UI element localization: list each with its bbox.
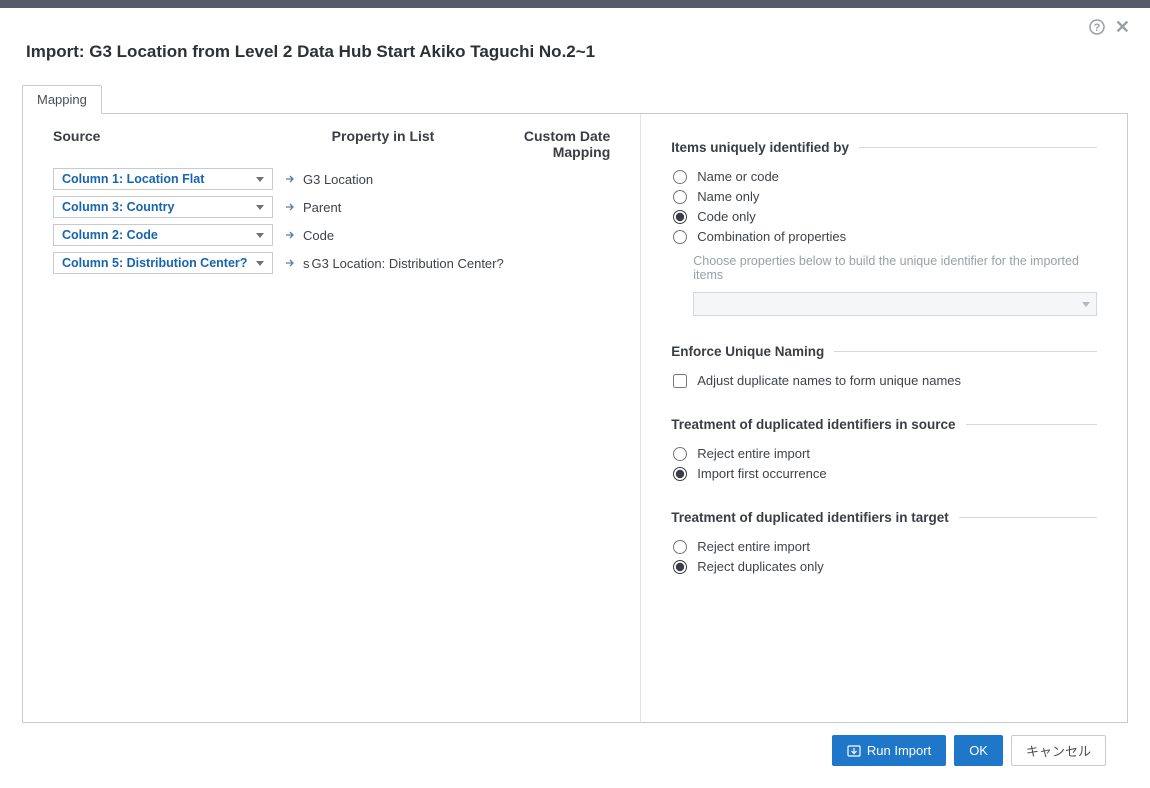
checkbox-adjust-duplicates[interactable]: Adjust duplicate names to form unique na… [673, 373, 1097, 388]
section-dup-source: Treatment of duplicated identifiers in s… [671, 417, 1097, 432]
radio-source-reject[interactable]: Reject entire import [673, 446, 1097, 461]
radio-name-or-code[interactable]: Name or code [673, 169, 1097, 184]
radio-source-first[interactable]: Import first occurrence [673, 466, 1097, 481]
section-dup-source-label: Treatment of duplicated identifiers in s… [671, 417, 955, 432]
source-select-value: Column 3: Country [62, 200, 175, 214]
radio-input[interactable] [673, 170, 687, 184]
mapping-pane: Source Property in List Custom Date Mapp… [23, 114, 641, 722]
chevron-down-icon [256, 177, 264, 182]
radio-code-only[interactable]: Code only [673, 209, 1097, 224]
section-enforce: Enforce Unique Naming [671, 344, 1097, 359]
section-enforce-label: Enforce Unique Naming [671, 344, 824, 359]
checkbox-input[interactable] [673, 374, 687, 388]
app-topbar [0, 0, 1150, 8]
radio-input[interactable] [673, 560, 687, 574]
property-prefix: s [303, 256, 310, 271]
svg-text:?: ? [1094, 22, 1101, 34]
radio-input[interactable] [673, 210, 687, 224]
source-select[interactable]: Column 2: Code [53, 224, 273, 246]
mapping-row: Column 5: Distribution Center? sG3 Locat… [53, 250, 620, 276]
arrow-right-icon [285, 174, 295, 184]
source-select-value: Column 2: Code [62, 228, 158, 242]
arrow-right-icon [285, 258, 295, 268]
section-dup-target: Treatment of duplicated identifiers in t… [671, 510, 1097, 525]
radio-label: Reject duplicates only [697, 559, 823, 574]
checkbox-label: Adjust duplicate names to form unique na… [697, 373, 961, 388]
property-label: sG3 Location: Distribution Center? [303, 256, 504, 271]
radio-label: Import first occurrence [697, 466, 826, 481]
options-pane: Items uniquely identified by Name or cod… [641, 114, 1127, 722]
radio-name-only[interactable]: Name only [673, 189, 1097, 204]
mapping-row: Column 2: Code Code [53, 222, 620, 248]
arrow-right-icon [285, 230, 295, 240]
header-source: Source [53, 128, 288, 160]
radio-input[interactable] [673, 190, 687, 204]
section-dup-target-label: Treatment of duplicated identifiers in t… [671, 510, 949, 525]
divider [966, 424, 1097, 425]
property-label: Parent [303, 200, 341, 215]
close-icon[interactable]: ✕ [1115, 18, 1130, 36]
source-select[interactable]: Column 3: Country [53, 196, 273, 218]
cancel-button[interactable]: キャンセル [1011, 735, 1106, 766]
header-custom-date: Custom Date Mapping [478, 128, 620, 160]
tabs: Mapping [22, 84, 1128, 113]
radio-input[interactable] [673, 467, 687, 481]
source-select-value: Column 1: Location Flat [62, 172, 204, 186]
dialog-panel: Source Property in List Custom Date Mapp… [22, 113, 1128, 723]
mapping-row: Column 1: Location Flat G3 Location [53, 166, 620, 192]
combination-hint: Choose properties below to build the uni… [693, 254, 1097, 282]
header-property: Property in List [288, 128, 478, 160]
arrow-right-icon [285, 202, 295, 212]
chevron-down-icon [256, 261, 264, 266]
combination-hint-box: Choose properties below to build the uni… [693, 254, 1097, 316]
radio-label: Code only [697, 209, 756, 224]
combination-properties-select [693, 292, 1097, 316]
property-label: Code [303, 228, 334, 243]
radio-combination[interactable]: Combination of properties [673, 229, 1097, 244]
section-identity: Items uniquely identified by [671, 140, 1097, 155]
radio-label: Name or code [697, 169, 779, 184]
radio-input[interactable] [673, 447, 687, 461]
radio-label: Reject entire import [697, 539, 810, 554]
tab-mapping[interactable]: Mapping [22, 85, 102, 114]
chevron-down-icon [256, 205, 264, 210]
ok-button[interactable]: OK [954, 735, 1003, 766]
button-label: Run Import [867, 743, 931, 758]
property-label: G3 Location [303, 172, 373, 187]
dialog-title: Import: G3 Location from Level 2 Data Hu… [26, 42, 1128, 62]
source-select[interactable]: Column 5: Distribution Center? [53, 252, 273, 274]
mapping-row: Column 3: Country Parent [53, 194, 620, 220]
source-select-value: Column 5: Distribution Center? [62, 256, 247, 270]
divider [834, 351, 1097, 352]
run-import-button[interactable]: Run Import [832, 735, 946, 766]
property-text: G3 Location: Distribution Center? [312, 256, 504, 271]
radio-label: Reject entire import [697, 446, 810, 461]
import-icon [847, 745, 861, 757]
radio-input[interactable] [673, 230, 687, 244]
radio-target-dupes-only[interactable]: Reject duplicates only [673, 559, 1097, 574]
section-identity-label: Items uniquely identified by [671, 140, 849, 155]
help-icon[interactable]: ? [1089, 19, 1105, 35]
radio-input[interactable] [673, 540, 687, 554]
chevron-down-icon [256, 233, 264, 238]
import-dialog: ? ✕ Import: G3 Location from Level 2 Dat… [0, 8, 1150, 788]
button-label: キャンセル [1026, 741, 1091, 760]
radio-target-reject[interactable]: Reject entire import [673, 539, 1097, 554]
chevron-down-icon [1082, 302, 1090, 307]
source-select[interactable]: Column 1: Location Flat [53, 168, 273, 190]
divider [859, 147, 1097, 148]
radio-label: Name only [697, 189, 759, 204]
divider [959, 517, 1097, 518]
dialog-footer: Run Import OK キャンセル [22, 723, 1128, 776]
button-label: OK [969, 743, 988, 758]
radio-label: Combination of properties [697, 229, 846, 244]
